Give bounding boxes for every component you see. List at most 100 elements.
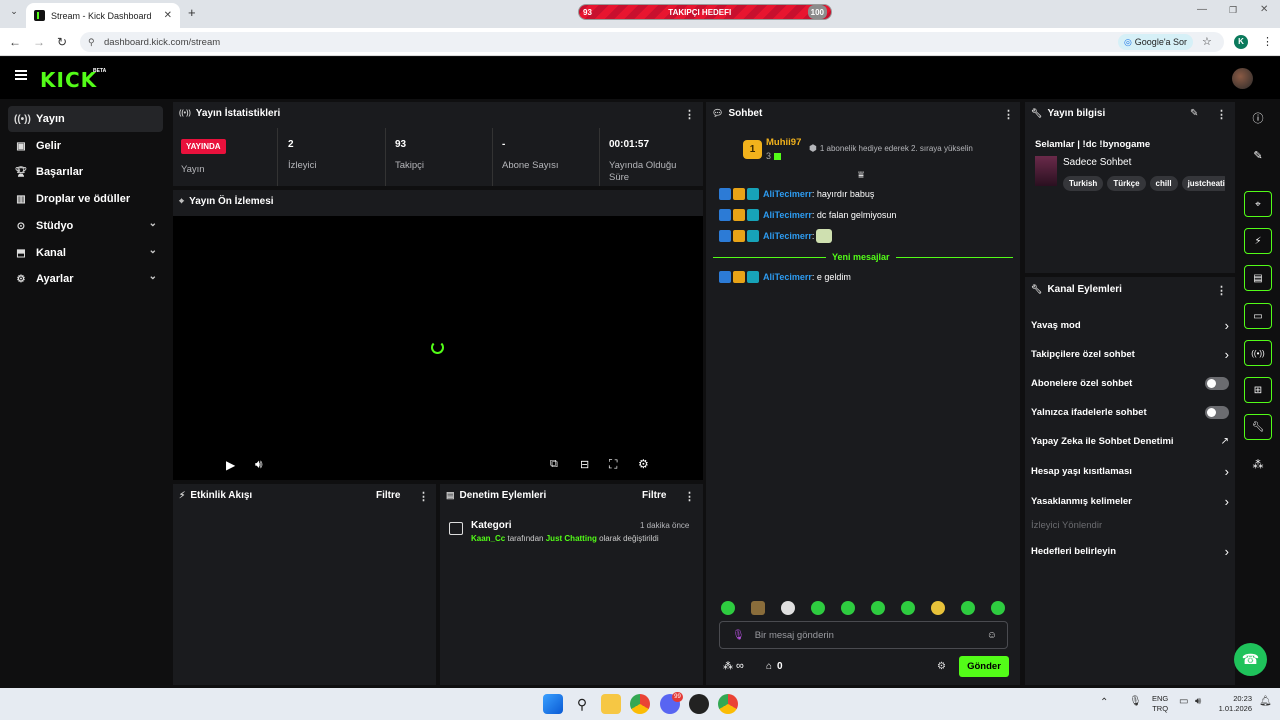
event-user[interactable]: Kaan_Cc	[471, 534, 505, 543]
wrench-toggle-icon[interactable]: 🔧︎	[1244, 414, 1272, 440]
tag[interactable]: chill	[1149, 176, 1178, 191]
browser-menu-icon[interactable]: ⋮	[1262, 35, 1273, 48]
clock[interactable]: 20:23 1.01.2026	[1214, 694, 1252, 714]
browser-tab[interactable]: Stream - Kick Dashboard ✕	[26, 3, 180, 28]
set-goals-row[interactable]: Hedefleri belirleyin ›	[1031, 544, 1229, 559]
sidebar-item-kanal[interactable]: ⬒ Kanal ⌄	[8, 240, 163, 266]
microphone-icon[interactable]: 🎙︎	[732, 630, 745, 641]
network-icon[interactable]: ▭	[1179, 696, 1188, 707]
stats-menu-icon[interactable]: ⋮	[684, 108, 695, 121]
more-widgets-icon[interactable]: ⁂	[1244, 451, 1272, 477]
emote-2-icon[interactable]	[751, 601, 765, 615]
banned-words-row[interactable]: Yasaklanmış kelimeler ›	[1031, 494, 1229, 509]
category-name[interactable]: Sadece Sohbet	[1063, 157, 1131, 168]
video-preview[interactable]	[173, 216, 703, 480]
moderation-menu-icon[interactable]: ⋮	[684, 490, 695, 503]
activity-filter-button[interactable]: Filtre	[376, 490, 400, 501]
tag[interactable]: justcheati	[1181, 176, 1225, 191]
user-avatar[interactable]	[1232, 68, 1253, 89]
url-field[interactable]: ⚲ dashboard.kick.com/stream	[80, 32, 1224, 52]
chrome-profile-icon[interactable]	[718, 694, 738, 714]
edit-icon[interactable]: ✎	[1244, 142, 1272, 168]
reload-icon[interactable]: ↻	[57, 35, 67, 49]
mic-tray-icon[interactable]: 🎙︎	[1129, 696, 1142, 707]
theater-mode-icon[interactable]: ⊟	[580, 458, 589, 471]
tag[interactable]: Türkçe	[1107, 176, 1146, 191]
send-button[interactable]: Gönder	[959, 656, 1009, 677]
chat-expand-icon[interactable]: ⩸	[858, 170, 864, 181]
top-gifter-name[interactable]: Muhii97	[766, 137, 801, 148]
kick-logo[interactable]: KICK	[40, 68, 97, 92]
layout-toggle-icon[interactable]: ⊞	[1244, 377, 1272, 403]
new-tab-button[interactable]: +	[188, 5, 196, 20]
google-ask-button[interactable]: ◎ Google'a Sor	[1118, 34, 1193, 50]
site-info-icon[interactable]: ⚲	[88, 37, 95, 48]
emotes-only-toggle[interactable]	[1205, 406, 1229, 419]
edit-info-icon[interactable]: ✎	[1190, 108, 1198, 119]
help-chat-button[interactable]: ☎	[1234, 643, 1267, 676]
chat-input[interactable]: 🎙︎ Bir mesaj gönderin ☺	[719, 621, 1008, 649]
file-explorer-icon[interactable]	[601, 694, 621, 714]
bookmark-star-icon[interactable]: ☆	[1202, 35, 1212, 48]
ai-moderation-row[interactable]: Yapay Zeka ile Sohbet Denetimi ↗	[1031, 436, 1229, 447]
activity-menu-icon[interactable]: ⋮	[418, 490, 429, 503]
emote-10-icon[interactable]	[991, 601, 1005, 615]
stats-toggle-icon[interactable]: ((•))	[1244, 340, 1272, 366]
volume-tray-icon[interactable]: 🔊︎	[1195, 696, 1201, 707]
sidebar-item-ayarlar[interactable]: ⚙ Ayarlar ⌄	[8, 266, 163, 292]
preview-toggle-icon[interactable]: ⌖	[1244, 191, 1272, 217]
picture-in-picture-icon[interactable]: ⧉	[550, 458, 558, 471]
windows-start-icon[interactable]	[543, 694, 563, 714]
play-icon[interactable]: ▶	[226, 458, 235, 472]
emoji-icon[interactable]: ☺	[987, 630, 997, 641]
back-icon[interactable]: ←	[9, 35, 21, 49]
notification-icon[interactable]: 🔔︎	[1259, 696, 1272, 707]
volume-icon[interactable]: 🔊︎	[255, 457, 263, 472]
obs-icon[interactable]	[689, 694, 709, 714]
chrome-icon[interactable]	[630, 694, 650, 714]
video-settings-icon[interactable]: ⚙	[638, 457, 649, 471]
emote-5-icon[interactable]	[841, 601, 855, 615]
subscribers-only-toggle[interactable]	[1205, 377, 1229, 390]
sidebar-item-yayin[interactable]: ((•)) Yayın	[8, 106, 163, 132]
chat-username[interactable]: AliTecimerr	[763, 210, 812, 220]
sidebar-item-studyo[interactable]: ⊙ Stüdyo ⌄	[8, 213, 163, 239]
emote-3-icon[interactable]	[781, 601, 795, 615]
hamburger-menu-icon[interactable]	[15, 70, 27, 80]
followers-only-row[interactable]: Takipçilere özel sohbet ›	[1031, 347, 1229, 362]
chat-username[interactable]: AliTecimerr	[763, 231, 812, 241]
emote-8-icon[interactable]	[931, 601, 945, 615]
tab-list-dropdown[interactable]: ⌄	[6, 6, 22, 22]
emote-4-icon[interactable]	[811, 601, 825, 615]
info-menu-icon[interactable]: ⋮	[1216, 108, 1227, 121]
minimize-icon[interactable]: —	[1197, 4, 1207, 15]
chat-username[interactable]: AliTecimerr	[763, 189, 812, 199]
tag[interactable]: Turkish	[1063, 176, 1104, 191]
points-row[interactable]: ⁂ ∞	[723, 660, 744, 672]
emote-9-icon[interactable]	[961, 601, 975, 615]
chat-username[interactable]: AliTecimerr	[763, 272, 812, 282]
forward-icon[interactable]: →	[33, 35, 45, 49]
info-icon[interactable]: ⓘ	[1244, 105, 1272, 131]
moderation-filter-button[interactable]: Filtre	[642, 490, 666, 501]
window-close-icon[interactable]: ✕	[1260, 4, 1268, 15]
maximize-icon[interactable]: ❐	[1229, 5, 1237, 16]
emote-6-icon[interactable]	[871, 601, 885, 615]
chat-menu-icon[interactable]: ⋮	[1003, 108, 1014, 121]
slow-mode-row[interactable]: Yavaş mod ›	[1031, 318, 1229, 333]
chat-toggle-icon[interactable]: ▭	[1244, 303, 1272, 329]
tab-close-icon[interactable]: ✕	[164, 10, 172, 21]
event-category[interactable]: Just Chatting	[546, 534, 597, 543]
moderation-toggle-icon[interactable]: ▤	[1244, 265, 1272, 291]
account-age-row[interactable]: Hesap yaşı kısıtlaması ›	[1031, 464, 1229, 479]
emote-7-icon[interactable]	[901, 601, 915, 615]
activity-toggle-icon[interactable]: ⚡︎	[1244, 228, 1272, 254]
sidebar-item-basarilar[interactable]: 🏆︎ Başarılar	[8, 159, 163, 185]
profile-avatar[interactable]: K	[1234, 35, 1248, 49]
store-row[interactable]: ⌂ 0	[766, 661, 783, 672]
sidebar-item-droplar[interactable]: ▥ Droplar ve ödüller	[8, 186, 163, 212]
search-icon[interactable]: ⚲	[572, 694, 592, 714]
language-indicator[interactable]: ENG TRQ	[1152, 694, 1168, 714]
emote-1-icon[interactable]	[721, 601, 735, 615]
sidebar-item-gelir[interactable]: ▣ Gelir	[8, 133, 163, 159]
